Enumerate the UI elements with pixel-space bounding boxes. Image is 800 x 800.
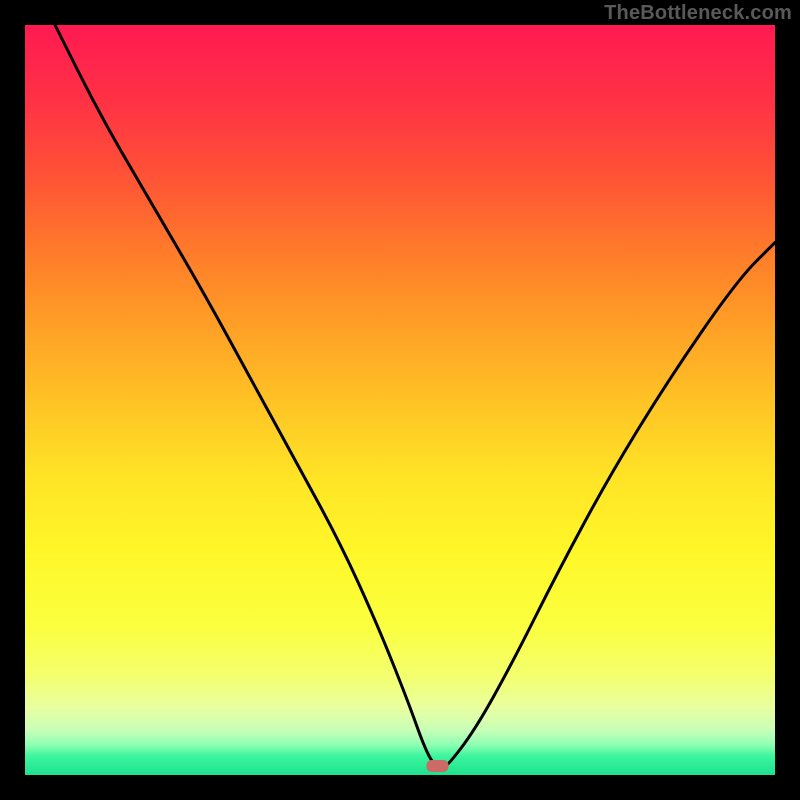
gradient-background: [25, 25, 775, 775]
optimum-marker: [427, 760, 449, 772]
watermark-text: TheBottleneck.com: [604, 2, 792, 25]
chart-frame: TheBottleneck.com: [0, 0, 800, 800]
bottleneck-chart: [25, 25, 775, 775]
plot-area: [25, 25, 775, 775]
